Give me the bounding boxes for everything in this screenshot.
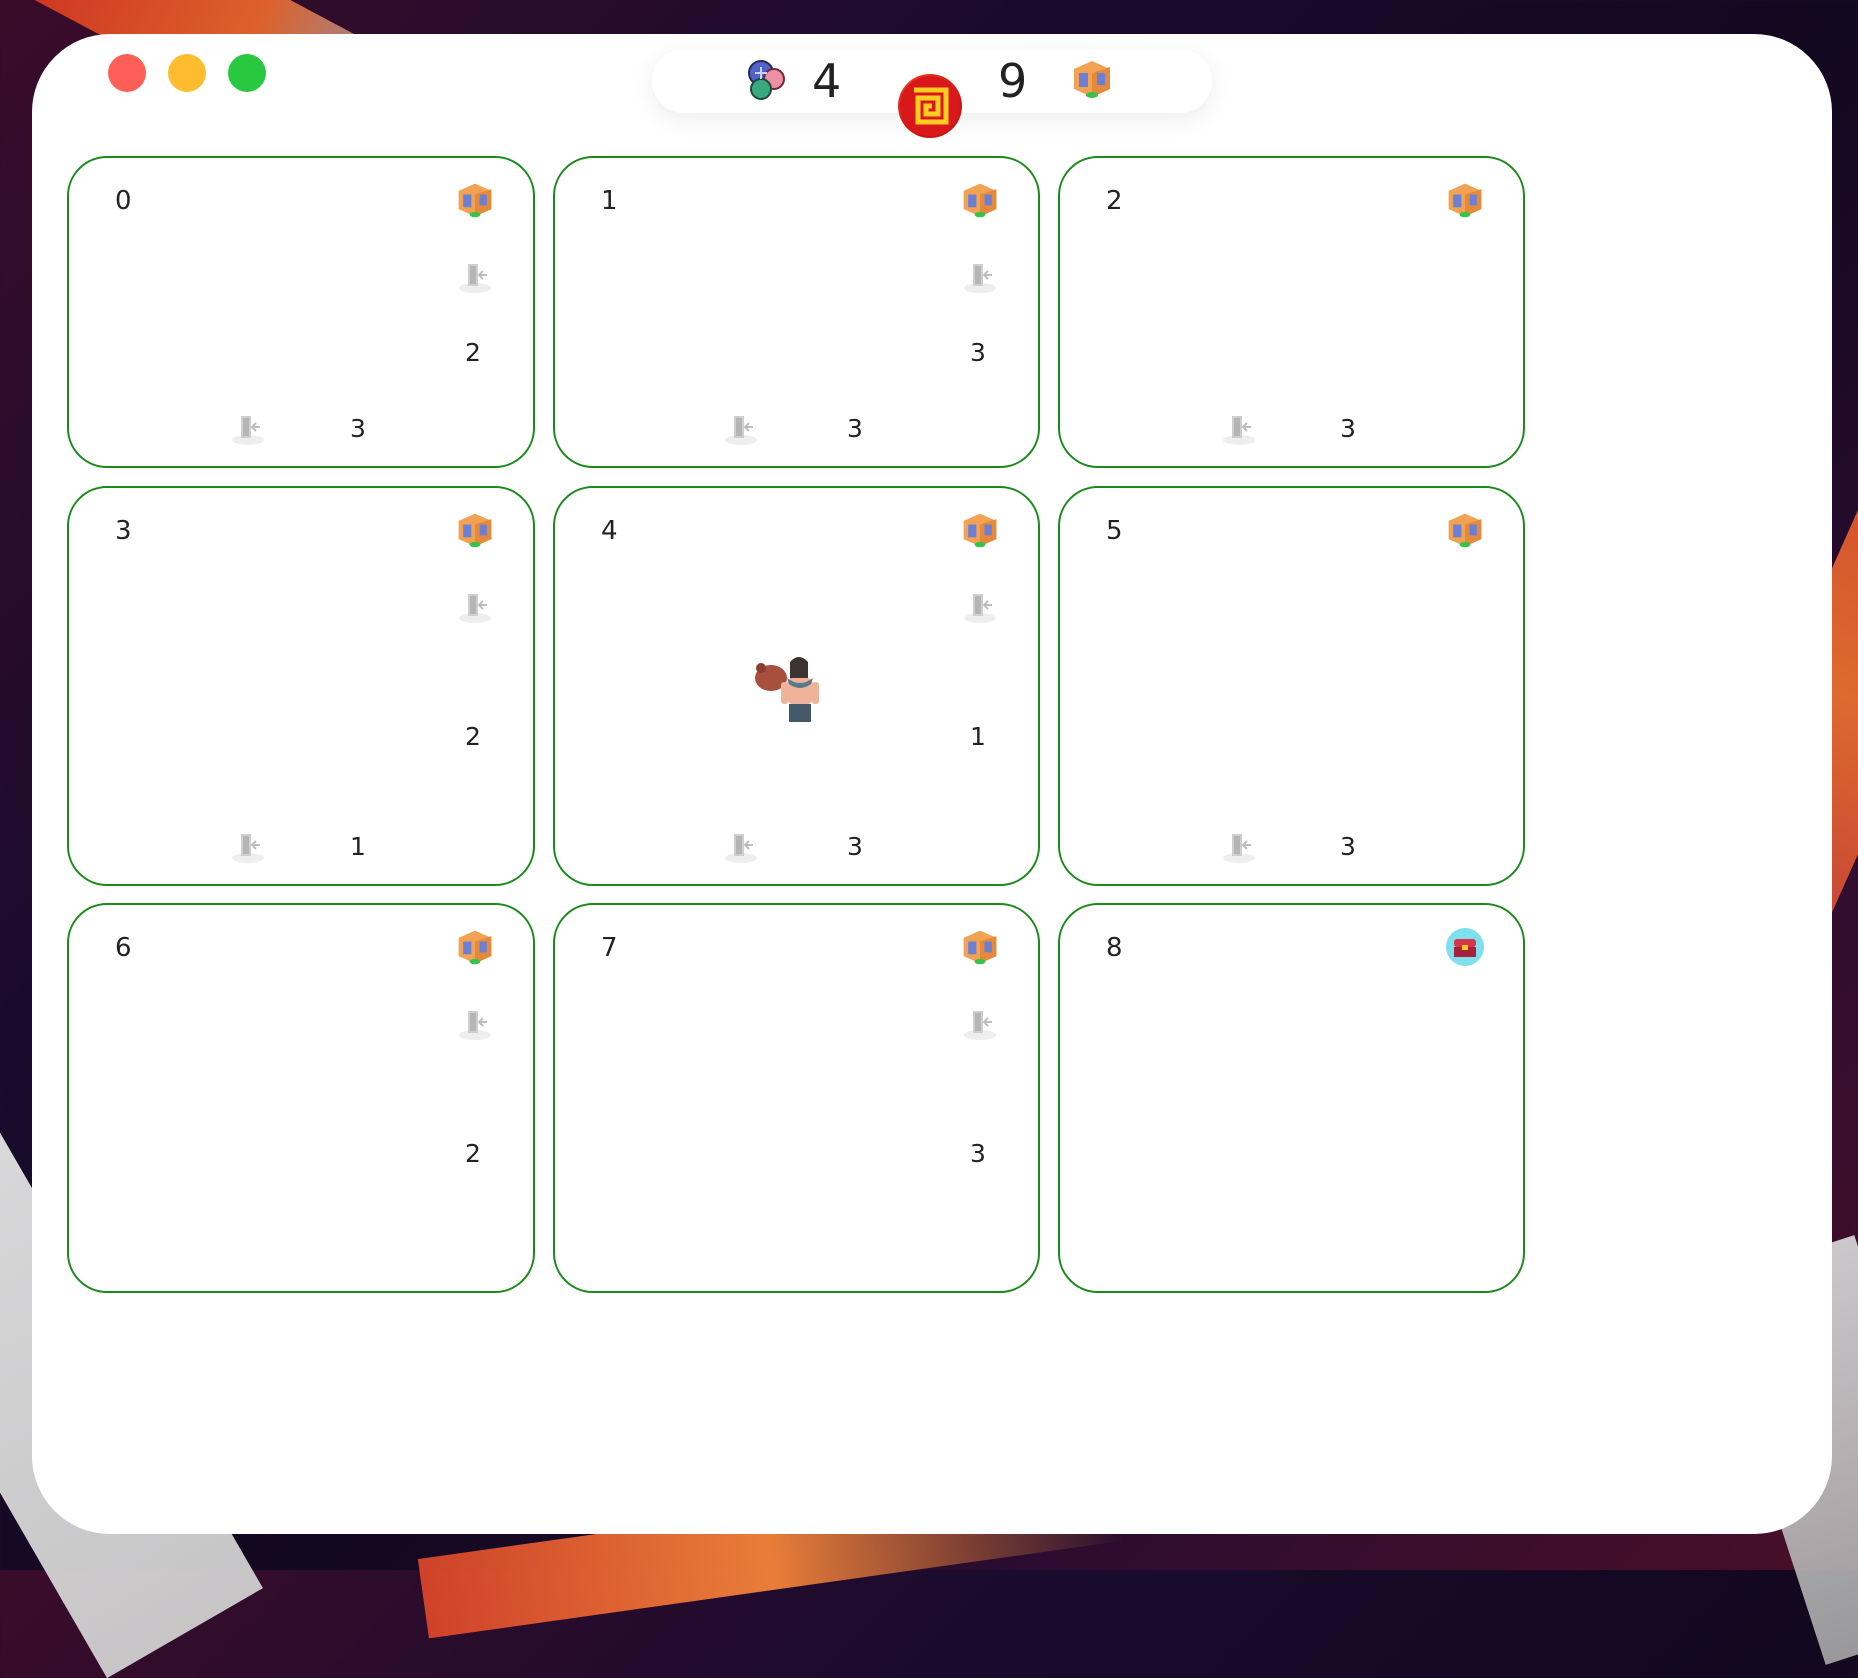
maximize-button[interactable]: [228, 54, 266, 92]
room-cube-icon: [1445, 510, 1485, 550]
room-number: 8: [1106, 933, 1123, 963]
room-number: 2: [1106, 186, 1123, 216]
room-number: 5: [1106, 516, 1123, 546]
south-door-icon[interactable]: [721, 826, 761, 866]
room-cube-icon: [1074, 61, 1110, 98]
room-cube-icon: [455, 510, 495, 550]
room-cube-icon: [455, 180, 495, 220]
room-cube-icon: [455, 927, 495, 967]
east-door-cost: 3: [970, 1139, 986, 1168]
south-door-icon[interactable]: [1219, 826, 1259, 866]
room-number: 3: [115, 516, 132, 546]
room-3[interactable]: 3 2 1: [67, 486, 535, 886]
south-door-cost: 3: [1340, 832, 1356, 861]
room-number: 7: [601, 933, 618, 963]
east-door-cost: 2: [465, 1139, 481, 1168]
maze-logo-icon: [898, 74, 962, 138]
room-cube-icon: [960, 927, 1000, 967]
room-6[interactable]: 62: [67, 903, 535, 1293]
east-door-icon[interactable]: [960, 256, 1000, 296]
room-4[interactable]: 4 1 3: [553, 486, 1040, 886]
south-door-cost: 3: [847, 414, 863, 443]
room-0[interactable]: 0 2 3: [67, 156, 535, 468]
east-door-cost: 2: [465, 722, 481, 751]
game-window: 4 9 023133233214135362738: [32, 34, 1832, 1534]
gem-cluster-icon: [748, 60, 785, 100]
room-2[interactable]: 23: [1058, 156, 1525, 468]
south-door-icon[interactable]: [1219, 408, 1259, 448]
east-door-icon[interactable]: [960, 586, 1000, 626]
room-8[interactable]: 8: [1058, 903, 1525, 1293]
room-5[interactable]: 53: [1058, 486, 1525, 886]
hero-character-icon[interactable]: [749, 648, 829, 728]
close-button[interactable]: [108, 54, 146, 92]
treasure-chest-icon: [1445, 927, 1485, 967]
east-door-cost: 1: [970, 722, 986, 751]
south-door-cost: 3: [350, 414, 366, 443]
south-door-icon[interactable]: [721, 408, 761, 448]
east-door-icon[interactable]: [455, 1003, 495, 1043]
room-cube-icon: [960, 510, 1000, 550]
minimize-button[interactable]: [168, 54, 206, 92]
room-7[interactable]: 73: [553, 903, 1040, 1293]
room-cube-icon: [1445, 180, 1485, 220]
room-number: 1: [601, 186, 618, 216]
south-door-icon[interactable]: [228, 826, 268, 866]
room-number: 6: [115, 933, 132, 963]
rooms-count: 9: [998, 54, 1028, 108]
south-door-cost: 3: [1340, 414, 1356, 443]
east-door-icon[interactable]: [960, 1003, 1000, 1043]
east-door-icon[interactable]: [455, 586, 495, 626]
east-door-cost: 3: [970, 338, 986, 367]
room-cube-icon: [960, 180, 1000, 220]
room-number: 4: [601, 516, 618, 546]
south-door-icon[interactable]: [228, 408, 268, 448]
gems-count: 4: [812, 54, 842, 108]
room-1[interactable]: 1 3 3: [553, 156, 1040, 468]
east-door-icon[interactable]: [455, 256, 495, 296]
east-door-cost: 2: [465, 338, 481, 367]
south-door-cost: 3: [847, 832, 863, 861]
south-door-cost: 1: [350, 832, 366, 861]
room-number: 0: [115, 186, 132, 216]
